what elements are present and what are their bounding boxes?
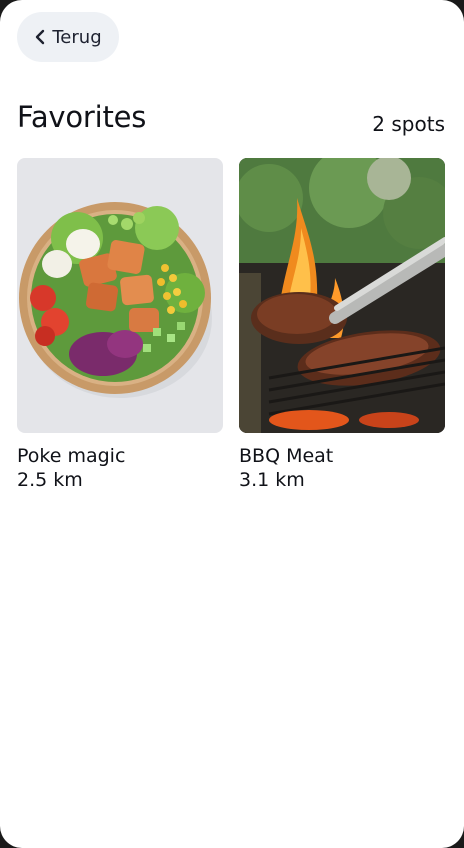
favorite-distance: 3.1 km <box>239 469 305 491</box>
favorite-name: Poke magic <box>17 445 126 467</box>
back-button[interactable]: Terug <box>17 12 119 62</box>
favorites-screen: Terug Favorites 2 spots Poke magic 2.5 k… <box>0 0 464 848</box>
favorite-name: BBQ Meat <box>239 445 334 467</box>
favorite-distance: 2.5 km <box>17 469 83 491</box>
page-title: Favorites <box>17 100 147 134</box>
favorite-card-bbq-meat[interactable]: BBQ Meat 3.1 km <box>239 158 445 492</box>
bbq-grill-image[interactable] <box>239 158 445 433</box>
back-button-label: Terug <box>52 26 102 48</box>
chevron-left-icon <box>34 29 46 45</box>
poke-bowl-image[interactable] <box>17 158 223 433</box>
spots-count: 2 spots <box>372 112 445 136</box>
favorite-card-poke-magic[interactable]: Poke magic 2.5 km <box>17 158 223 492</box>
